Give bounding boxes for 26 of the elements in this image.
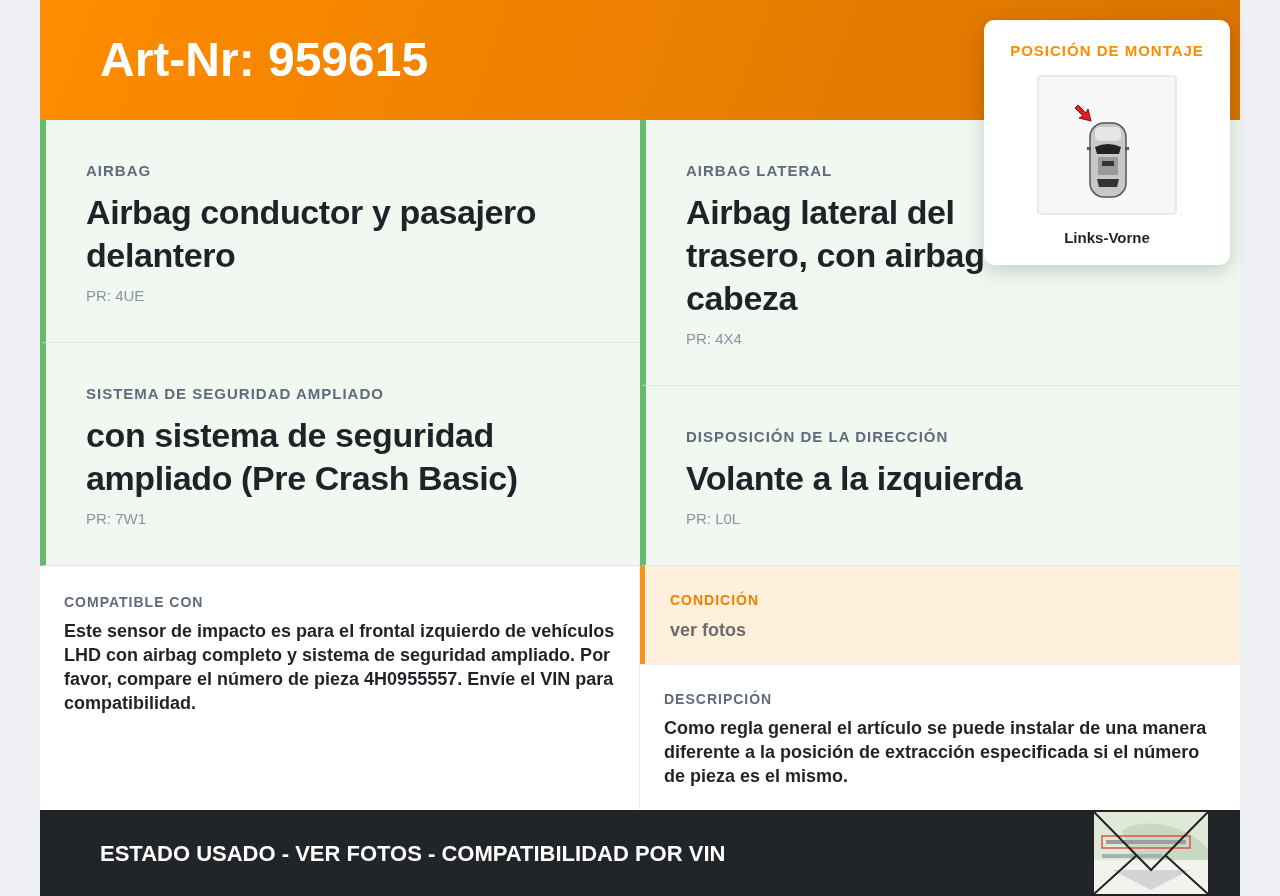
pr-code: PR: 4UE [86, 285, 146, 306]
footer-text: ESTADO USADO - VER FOTOS - COMPATIBILIDAD POR VIN [100, 839, 726, 868]
description-text: Como regla general el artículo se puede instalar de una manera diferente a la posición de extracción especificada si el número de pieza es el mismo. [664, 717, 1208, 788]
arrow-icon [1073, 102, 1093, 123]
section-label: COMPATIBLE CON [64, 593, 205, 612]
spec-value-line: Airbag lateral del [686, 191, 955, 233]
condition-value: ver fotos [670, 619, 748, 642]
spec-label: DISPOSICIÓN DE LA DIRECCIÓN [686, 427, 950, 447]
compatibility-text: Este sensor de impacto es para el frontal izquierdo de vehículos LHD con airbag completo y sistema de seguridad ampliado. Por favor, compare el número de pieza 4H0955557. Envíe el VIN para compatibilidad. [64, 620, 615, 715]
spec-value: Volante a la izquierda [686, 457, 1024, 499]
pr-code: PR: L0L [686, 508, 742, 529]
spec-label: AIRBAG [86, 161, 153, 181]
section-label: DESCRIPCIÓN [664, 689, 774, 709]
pr-code: PR: 4X4 [686, 328, 743, 349]
spec-label: AIRBAG LATERAL [686, 161, 834, 181]
spec-value: Airbag conductor y pasajero delantero [86, 191, 538, 276]
position-caption: Links-Vorne [1064, 227, 1150, 248]
spec-label: SISTEMA DE SEGURIDAD AMPLIADO [86, 384, 385, 404]
page-title: Art-Nr: 959615 [100, 32, 429, 89]
spec-value: con sistema de seguridad ampliado (Pre Crash Basic) [86, 414, 519, 499]
popup-title: POSICIÓN DE MONTAJE [1010, 41, 1204, 61]
car-icon [1087, 120, 1129, 199]
spec-value-line: trasero, con airbag [686, 234, 985, 276]
spec-value-line: cabeza [686, 277, 797, 319]
pr-code: PR: 7W1 [86, 508, 147, 529]
section-label: CONDICIÓN [670, 590, 761, 610]
